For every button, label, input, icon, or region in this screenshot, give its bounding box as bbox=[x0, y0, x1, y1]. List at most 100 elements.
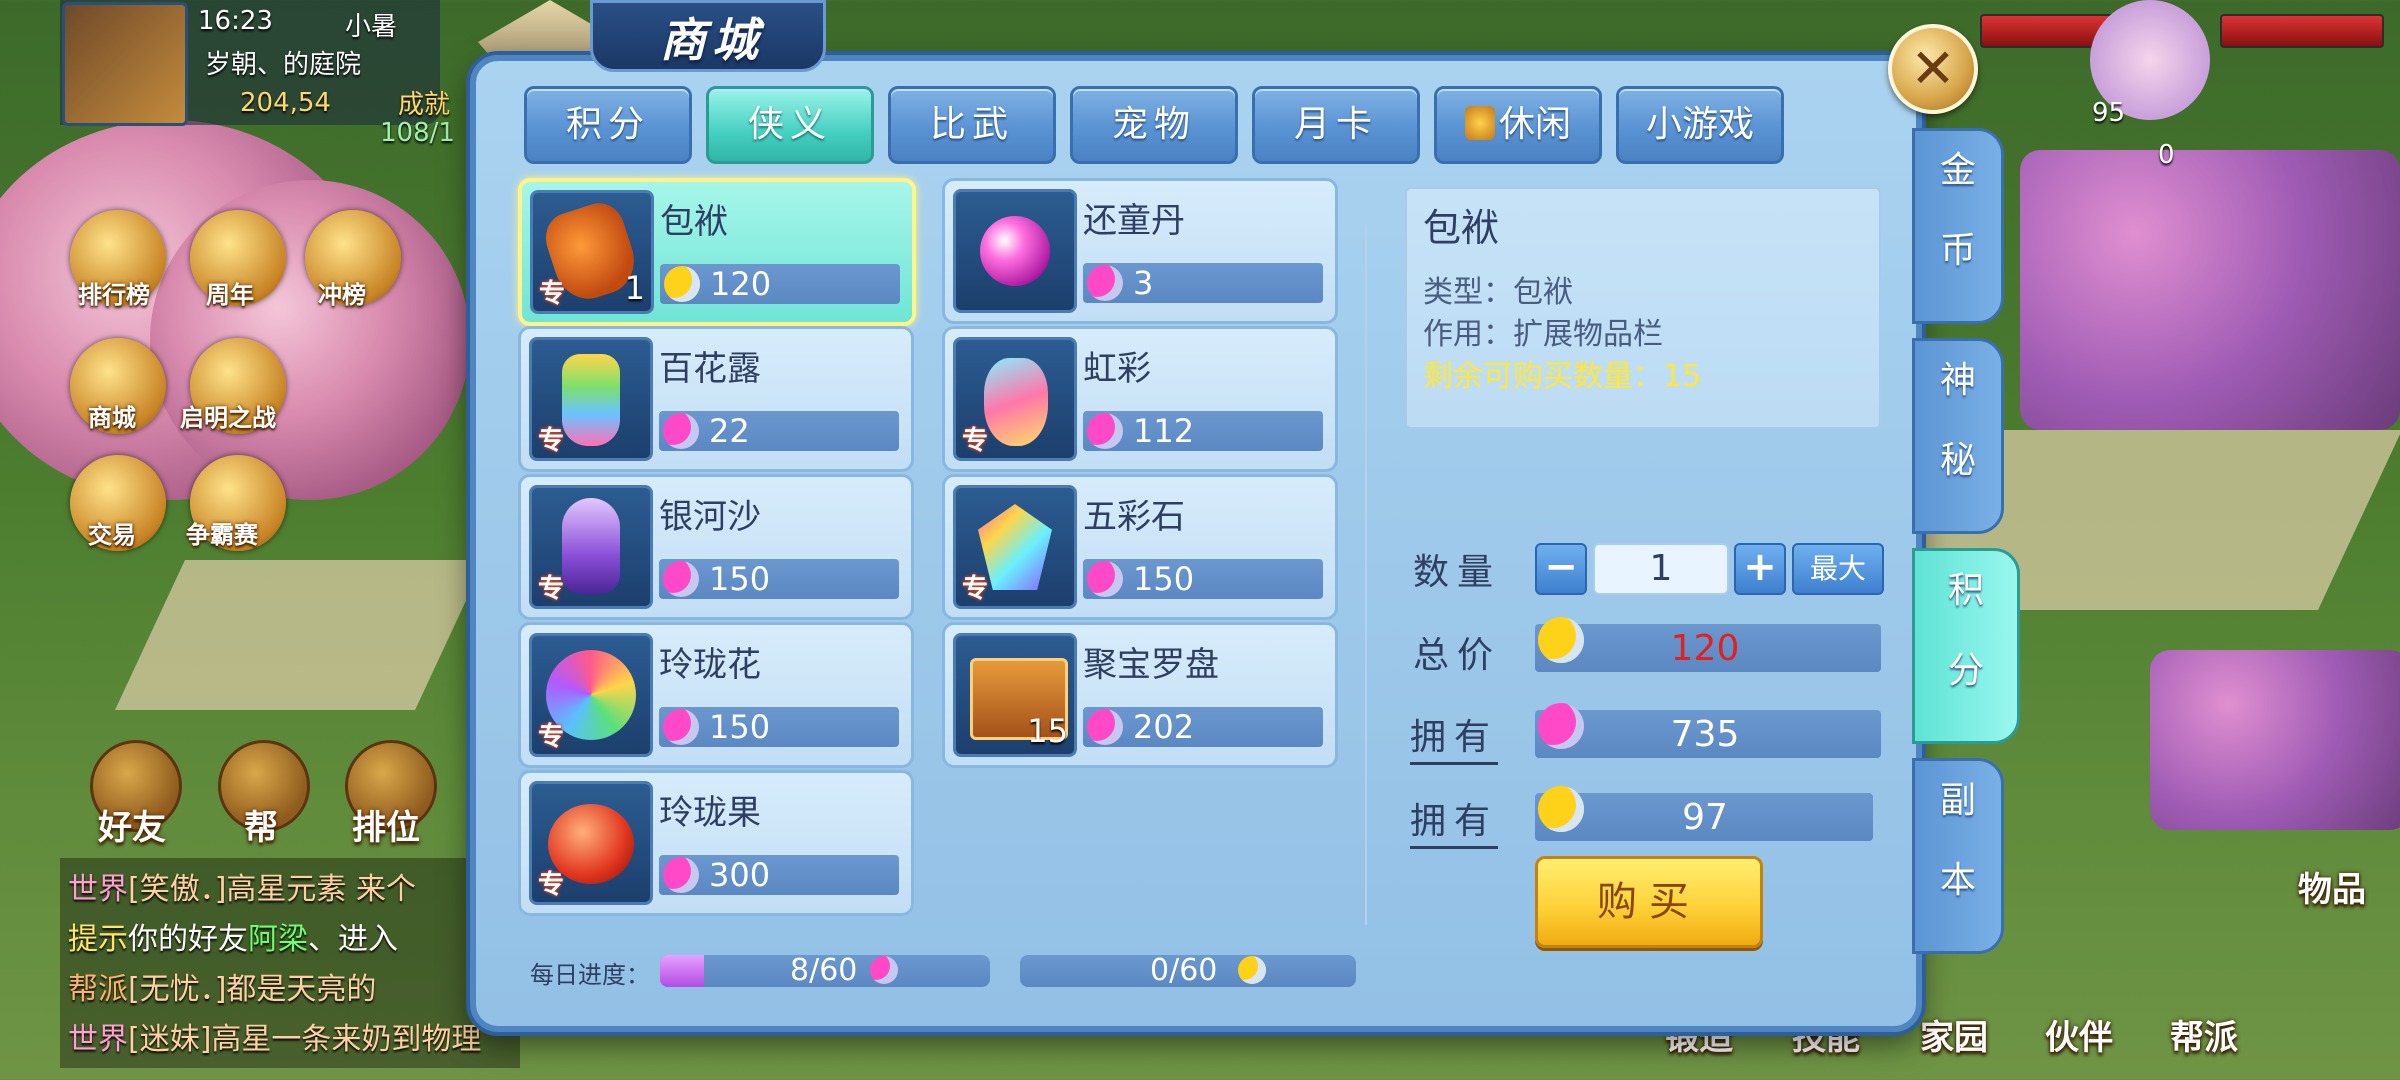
shop-item-card[interactable]: 专 银河沙 150 bbox=[518, 474, 914, 620]
item-name: 还童丹 bbox=[1083, 201, 1185, 241]
item-price: 202 bbox=[1133, 708, 1195, 746]
item-name: 包袱 bbox=[660, 202, 728, 242]
pink-moon-icon bbox=[663, 709, 699, 745]
shop-item-card[interactable]: 专 玲珑果 300 bbox=[518, 770, 914, 916]
ranking-label[interactable]: 排位 bbox=[352, 800, 420, 849]
location-name: 岁朝、的庭院 bbox=[205, 50, 362, 80]
item-price: 300 bbox=[709, 856, 771, 894]
pink-moon-icon bbox=[1087, 709, 1123, 745]
item-thumbnail: 专 bbox=[529, 337, 653, 461]
shop-title: 商城 bbox=[660, 13, 764, 67]
shop-item-card[interactable]: 专 百花露 22 bbox=[518, 326, 914, 472]
side-tab-points[interactable]: 积分 bbox=[1912, 548, 2020, 744]
item-name: 玲珑果 bbox=[659, 793, 761, 833]
left-menu-qiming-battle[interactable]: 启明之战 bbox=[180, 398, 276, 433]
item-name: 银河沙 bbox=[659, 497, 761, 537]
clock: 16:23 bbox=[198, 6, 273, 36]
left-menu-trade[interactable]: 交易 bbox=[88, 515, 136, 550]
buy-button[interactable]: 购买 bbox=[1535, 856, 1763, 948]
item-thumbnail: 专 bbox=[953, 485, 1077, 609]
item-count-badge: 15 bbox=[1027, 712, 1068, 750]
daily-progress-label: 每日进度： bbox=[530, 961, 650, 989]
item-thumbnail: 15 bbox=[953, 633, 1077, 757]
exclusive-badge: 专 bbox=[962, 426, 989, 456]
item-price-bar: 202 bbox=[1083, 707, 1323, 747]
item-price: 150 bbox=[1133, 560, 1195, 598]
item-thumbnail: 专1 bbox=[530, 190, 654, 314]
bottom-nav-home[interactable]: 家园 bbox=[1920, 1010, 1988, 1059]
pink-moon-icon bbox=[870, 956, 898, 984]
exclusive-badge: 专 bbox=[538, 870, 565, 900]
bottom-nav-items[interactable]: 物品 bbox=[2298, 862, 2366, 911]
guild-label[interactable]: 帮 bbox=[244, 800, 278, 849]
daily-progress-pink-fill bbox=[660, 955, 704, 987]
quantity-max-button[interactable]: 最大 bbox=[1792, 543, 1884, 595]
avatar[interactable] bbox=[62, 2, 188, 126]
item-detail-box: 包袱 类型：包袱 作用：扩展物品栏 剩余可购买数量：15 bbox=[1405, 187, 1881, 429]
item-name: 五彩石 bbox=[1083, 497, 1185, 537]
tab-pet[interactable]: 宠物 bbox=[1070, 86, 1238, 164]
shop-item-card[interactable]: 专 1 包袱 120 bbox=[518, 178, 916, 326]
item-name: 百花露 bbox=[659, 349, 761, 389]
item-name: 玲珑花 bbox=[659, 645, 761, 685]
divider bbox=[1365, 225, 1367, 925]
shop-item-card[interactable]: 专 玲珑花 150 bbox=[518, 622, 914, 768]
pink-moon-icon bbox=[663, 561, 699, 597]
tab-mini-games[interactable]: 小游戏 bbox=[1616, 86, 1784, 164]
detail-effect: 作用：扩展物品栏 bbox=[1423, 317, 1663, 352]
tab-monthly-card[interactable]: 月卡 bbox=[1252, 86, 1420, 164]
quantity-minus-button[interactable]: − bbox=[1535, 543, 1587, 595]
item-price-bar: 150 bbox=[659, 707, 899, 747]
item-price-bar: 112 bbox=[1083, 411, 1323, 451]
item-thumbnail: 专 bbox=[529, 781, 653, 905]
close-icon: ✕ bbox=[1910, 37, 1956, 100]
left-menu-tournament[interactable]: 争霸赛 bbox=[186, 515, 258, 550]
daily-progress-pink: 8/60 bbox=[660, 953, 990, 988]
left-menu-anniversary[interactable]: 周年 bbox=[206, 275, 254, 310]
bottom-nav-partner[interactable]: 伙伴 bbox=[2045, 1010, 2113, 1059]
chat-box[interactable]: 世界[笑傲．]高星元素 来个 提示你的好友阿梁、进入 帮派[无忧．]都是天亮的 … bbox=[60, 858, 520, 1068]
item-thumbnail: 专 bbox=[529, 633, 653, 757]
left-menu-leaderboard[interactable]: 排行榜 bbox=[78, 275, 150, 310]
chat-line: 世界[迷妹]高星一条来奶到物理 bbox=[68, 1022, 482, 1057]
chat-line: 帮派[无忧．]都是天亮的 bbox=[68, 972, 377, 1007]
side-tab-mystery[interactable]: 神秘 bbox=[1912, 338, 2004, 534]
quantity-plus-button[interactable]: + bbox=[1734, 543, 1786, 595]
shop-item-card[interactable]: 专 虹彩 112 bbox=[942, 326, 1338, 472]
gold-moon-icon bbox=[664, 266, 700, 302]
tab-points[interactable]: 积分 bbox=[524, 86, 692, 164]
left-menu-rank-rush[interactable]: 冲榜 bbox=[318, 275, 366, 310]
close-button[interactable]: ✕ bbox=[1888, 24, 1978, 114]
achievement-label[interactable]: 成就 bbox=[398, 84, 450, 121]
total-price-value: 120 bbox=[1670, 628, 1740, 669]
tab-duel[interactable]: 比武 bbox=[888, 86, 1056, 164]
daily-progress-pink-text: 8/60 bbox=[790, 953, 858, 988]
item-thumbnail: 专 bbox=[529, 485, 653, 609]
tab-chivalry[interactable]: 侠义 bbox=[706, 86, 874, 164]
tab-leisure[interactable]: 休闲 bbox=[1434, 86, 1602, 164]
friends-label[interactable]: 好友 bbox=[98, 800, 166, 849]
item-thumbnail bbox=[953, 189, 1077, 313]
shop-item-card[interactable]: 还童丹 3 bbox=[942, 178, 1338, 324]
left-menu-mall[interactable]: 商城 bbox=[88, 398, 136, 433]
quantity-input[interactable]: 1 bbox=[1593, 543, 1729, 595]
daily-progress-gold: 0/60 bbox=[1020, 953, 1356, 988]
quantity-label: 数量 bbox=[1413, 552, 1502, 593]
item-price-bar: 150 bbox=[1083, 559, 1323, 599]
pearl-icon bbox=[980, 216, 1050, 286]
chat-line: 提示你的好友阿梁、进入 bbox=[68, 922, 398, 957]
gold-amount: 204,54 bbox=[240, 88, 331, 118]
shop-item-card[interactable]: 15 聚宝罗盘 202 bbox=[942, 622, 1338, 768]
chat-line: 世界[笑傲．]高星元素 来个 bbox=[68, 872, 416, 907]
shop-item-card[interactable]: 专 五彩石 150 bbox=[942, 474, 1338, 620]
bottom-nav-guild[interactable]: 帮派 bbox=[2170, 1010, 2238, 1059]
item-price-bar: 120 bbox=[660, 264, 900, 304]
side-tab-gold[interactable]: 金币 bbox=[1912, 128, 2004, 324]
pink-moon-icon bbox=[1538, 703, 1584, 749]
item-thumbnail: 专 bbox=[953, 337, 1077, 461]
detail-type: 类型：包袱 bbox=[1423, 275, 1573, 310]
exp-readout: 108/1 bbox=[380, 118, 455, 148]
item-price-bar: 150 bbox=[659, 559, 899, 599]
side-tab-dungeon[interactable]: 副本 bbox=[1912, 758, 2004, 954]
item-price: 120 bbox=[710, 265, 772, 303]
